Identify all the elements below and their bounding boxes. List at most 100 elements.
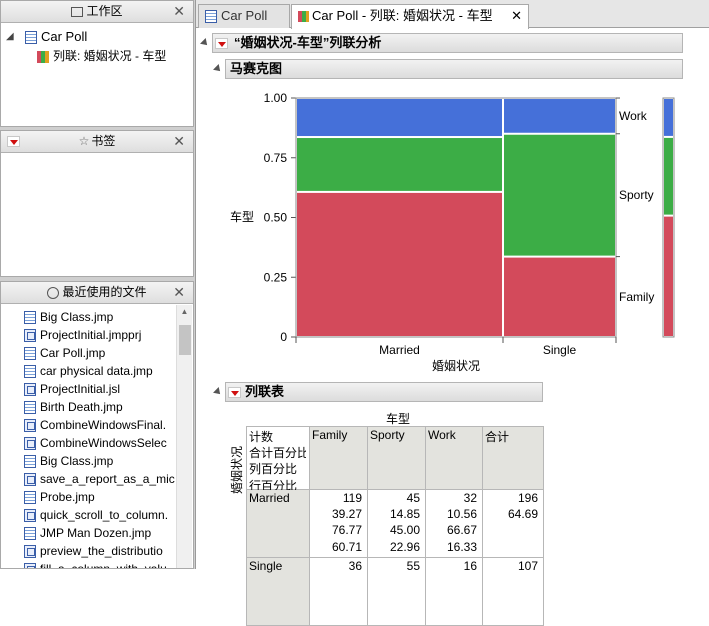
recent-file-item[interactable]: Car Poll.jmp: [1, 344, 177, 362]
recent-file-item[interactable]: Birth Death.jmp: [1, 398, 177, 416]
recent-file-label: car physical data.jmp: [40, 364, 153, 378]
recent-file-item[interactable]: car physical data.jmp: [1, 362, 177, 380]
table-row-cell: 119 39.27 76.77 60.71: [310, 490, 368, 558]
table-cell-text: 107: [517, 559, 538, 573]
workspace-icon: [71, 6, 84, 17]
table-cell-text: 119: [342, 491, 362, 505]
report-icon: [37, 50, 49, 63]
y-tick-label: 1.00: [264, 91, 288, 105]
recent-file-item[interactable]: CombineWindowsSelec: [1, 434, 177, 452]
recent-file-label: Car Poll.jmp: [40, 346, 106, 360]
crosstab-title: 列联表: [245, 384, 285, 399]
tree-item-report[interactable]: 列联: 婚姻状况 - 车型: [37, 47, 166, 64]
table-cell-text: 合计: [485, 430, 510, 444]
disclosure-icon[interactable]: [213, 387, 223, 397]
recent-file-item[interactable]: save_a_report_as_a_mic: [1, 470, 177, 488]
red-triangle-menu-icon[interactable]: [7, 136, 20, 147]
workspace-header: 工作区 ✕: [1, 1, 193, 23]
data-table-icon: [24, 455, 36, 469]
left-dock: 工作区 ✕ ◢ Car Poll 列联: 婚姻状况 - 车型 ☆ 书签 ✕ 最近使…: [0, 0, 195, 569]
x-tick-label: Married: [379, 343, 420, 357]
tab-label: Car Poll - 列联: 婚姻状况 - 车型: [312, 8, 493, 23]
column-header: Sporty: [368, 426, 426, 490]
row-header: Married: [246, 490, 310, 558]
data-table-icon: [24, 311, 36, 325]
table-cell-text: Married: [249, 491, 290, 505]
mosaic-outline-header[interactable]: 马赛克图: [225, 59, 683, 79]
tab-bar: Car Poll Car Poll - 列联: 婚姻状况 - 车型 ✕: [196, 0, 709, 29]
table-row-cell: 55: [368, 558, 426, 626]
recent-file-item[interactable]: preview_the_distributio: [1, 542, 177, 560]
disclosure-icon[interactable]: [213, 64, 223, 74]
table-cell-text: 计数: [249, 430, 274, 444]
bookmarks-panel: ☆ 书签 ✕: [0, 130, 194, 277]
row-header: Single: [246, 558, 310, 626]
red-triangle-menu-icon[interactable]: [228, 387, 241, 399]
table-cell-text: 66.67: [446, 523, 477, 538]
table-row-cell: 36: [310, 558, 368, 626]
contingency-table: 车型 婚姻状况 计数 合计百分比 列百分比 行百分比 Family Sporty Work 合…: [196, 406, 709, 626]
recent-file-item[interactable]: ProjectInitial.jsl: [1, 380, 177, 398]
mosaic-cell-sporty: [297, 138, 503, 191]
report-icon: [298, 11, 309, 23]
recent-file-item[interactable]: Big Class.jmp: [1, 452, 177, 470]
table-cell-text: 55: [406, 559, 420, 573]
recent-file-label: Big Class.jmp: [40, 310, 114, 324]
tree-item-label: Car Poll: [41, 29, 88, 44]
recent-file-item[interactable]: Probe.jmp: [1, 488, 177, 506]
recent-file-label: Probe.jmp: [40, 490, 95, 504]
recent-file-label: CombineWindowsSelec: [40, 436, 167, 450]
scroll-up-icon[interactable]: ▲: [177, 305, 192, 319]
table-cell-text: 39.27: [331, 507, 362, 522]
mosaic-cell-family: [297, 192, 503, 336]
recent-file-item[interactable]: quick_scroll_to_column.: [1, 506, 177, 524]
tab-label: Car Poll: [221, 8, 268, 23]
column-header: Family: [310, 426, 368, 490]
tab-contingency-report[interactable]: Car Poll - 列联: 婚姻状况 - 车型 ✕: [291, 4, 529, 29]
data-table-icon: [24, 347, 36, 361]
report-outline-header[interactable]: “婚姻状况-车型”列联分析: [212, 33, 683, 53]
report-title: “婚姻状况-车型”列联分析: [234, 35, 382, 50]
close-icon[interactable]: ✕: [173, 282, 185, 303]
script-file-icon: [24, 509, 36, 523]
collapse-icon[interactable]: ◢: [6, 31, 14, 42]
table-cell-text: 60.71: [331, 539, 362, 554]
recent-file-item[interactable]: ProjectInitial.jmpprj: [1, 326, 177, 344]
mosaic-cell-family: [504, 257, 615, 336]
disclosure-icon[interactable]: [200, 38, 210, 48]
recent-file-item[interactable]: Big Class.jmp: [1, 308, 177, 326]
recent-file-label: quick_scroll_to_column.: [40, 508, 169, 522]
table-cell-text: 64.69: [507, 507, 538, 522]
recent-file-item[interactable]: CombineWindowsFinal.: [1, 416, 177, 434]
close-icon[interactable]: ✕: [173, 1, 185, 22]
series-label: Work: [619, 109, 648, 123]
tree-item-car-poll[interactable]: Car Poll: [25, 29, 88, 45]
x-axis: Married Single: [295, 337, 617, 357]
close-icon[interactable]: ✕: [173, 131, 185, 152]
scrollbar[interactable]: ▲: [176, 305, 192, 568]
close-icon[interactable]: ✕: [511, 5, 522, 27]
script-file-icon: [24, 437, 36, 451]
mosaic-cells: [295, 97, 617, 338]
scrollbar-thumb[interactable]: [179, 325, 191, 355]
bookmarks-title: 书签: [91, 134, 116, 148]
recent-file-label: ProjectInitial.jmpprj: [40, 328, 142, 342]
script-file-icon: [24, 563, 36, 568]
recent-file-label: Big Class.jmp: [40, 454, 114, 468]
red-triangle-menu-icon[interactable]: [215, 38, 228, 50]
workspace-title: 工作区: [86, 4, 123, 18]
table-cell-text: 32: [463, 491, 477, 505]
table-cell-text: 36: [348, 559, 362, 573]
data-table-icon: [205, 10, 217, 24]
crosstab-outline-header[interactable]: 列联表: [225, 382, 543, 402]
table-row-cell: 45 14.85 45.00 22.96: [368, 490, 426, 558]
mosaic-cell-work: [504, 99, 615, 133]
table-cell-text: Sporty: [370, 428, 405, 442]
tab-car-poll[interactable]: Car Poll: [198, 4, 290, 28]
recent-files-header: 最近使用的文件 ✕: [1, 282, 193, 304]
recent-file-item[interactable]: fill_a_column_with_valu: [1, 560, 177, 568]
table-row-cell: 32 10.56 66.67 16.33: [426, 490, 483, 558]
x-axis-label: 婚姻状况: [432, 358, 480, 373]
recent-file-item[interactable]: JMP Man Dozen.jmp: [1, 524, 177, 542]
table-row-cell: 196 64.69: [483, 490, 544, 558]
